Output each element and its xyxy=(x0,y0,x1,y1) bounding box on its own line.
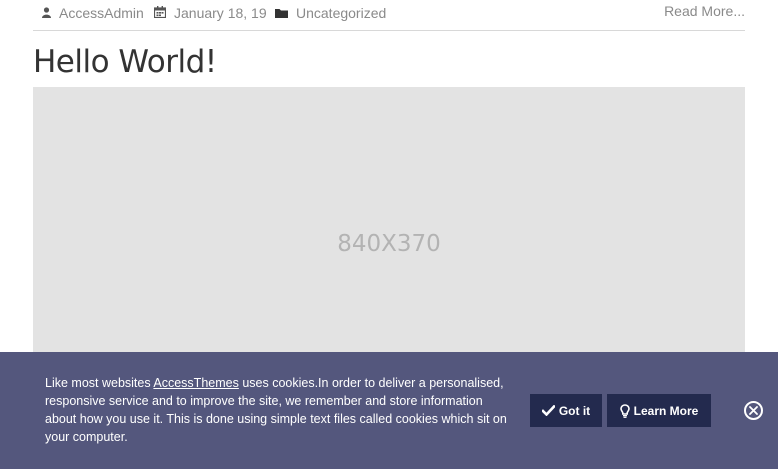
placeholder-label: 840X370 xyxy=(337,231,441,257)
post-date[interactable]: January 18, 19 xyxy=(153,5,267,21)
calendar-icon xyxy=(153,5,167,21)
lightbulb-icon xyxy=(619,403,630,418)
got-it-label: Got it xyxy=(558,403,591,418)
post-author[interactable]: AccessAdmin xyxy=(42,5,144,21)
close-icon xyxy=(749,406,758,415)
learn-more-label: Learn More xyxy=(633,403,699,418)
category-link[interactable]: Uncategorized xyxy=(296,5,386,21)
accessthemes-link[interactable]: AccessThemes xyxy=(153,376,238,390)
read-more-link[interactable]: Read More... xyxy=(664,3,745,19)
got-it-button[interactable]: Got it xyxy=(530,394,602,427)
cookie-consent-bar: Like most websites AccessThemes uses coo… xyxy=(0,352,778,469)
date-text[interactable]: January 18, 19 xyxy=(174,5,267,21)
check-icon xyxy=(541,405,555,416)
post-category[interactable]: Uncategorized xyxy=(275,5,386,21)
author-name[interactable]: AccessAdmin xyxy=(59,5,144,21)
post-meta: AccessAdmin January 18, 19 Uncategorized… xyxy=(33,0,745,31)
user-icon xyxy=(42,5,51,21)
post-title[interactable]: Hello World! xyxy=(33,44,217,80)
folder-icon xyxy=(275,5,288,21)
close-cookie-button[interactable] xyxy=(744,401,763,420)
featured-image-placeholder[interactable]: 840X370 xyxy=(33,87,745,377)
learn-more-button[interactable]: Learn More xyxy=(607,394,711,427)
cookie-message: Like most websites AccessThemes uses coo… xyxy=(45,376,507,444)
